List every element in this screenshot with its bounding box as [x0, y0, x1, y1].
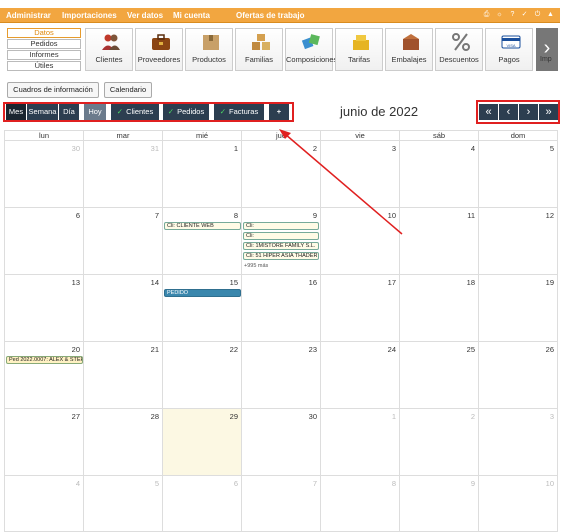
annotation-arrow — [279, 129, 403, 235]
